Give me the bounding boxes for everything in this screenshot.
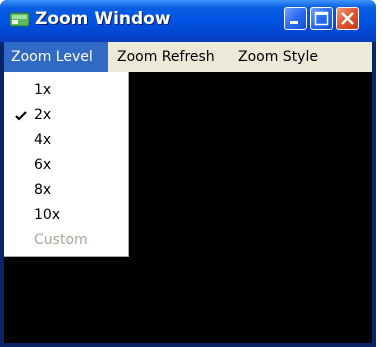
app-icon	[9, 12, 30, 27]
zoom-level-dropdown: 1x 2x 4x 6x 8x 10x Custom	[4, 72, 129, 257]
zoom-option-custom: Custom	[4, 228, 128, 253]
maximize-icon	[314, 11, 329, 26]
zoom-option-label: 10x	[34, 207, 61, 223]
zoom-option-label: 4x	[34, 132, 52, 148]
minimize-icon	[290, 21, 298, 24]
zoom-option-label: 2x	[34, 107, 52, 123]
zoom-option-4x[interactable]: 4x	[4, 128, 128, 153]
maximize-button[interactable]	[310, 7, 333, 30]
menu-zoom-style[interactable]: Zoom Style	[238, 42, 328, 72]
checkmark-icon	[15, 111, 27, 121]
zoom-option-10x[interactable]: 10x	[4, 203, 128, 228]
zoom-window: Zoom Window Zoom Level Zoom Refresh Zoom…	[0, 0, 376, 347]
close-icon	[341, 12, 354, 25]
zoom-option-label: 1x	[34, 82, 52, 98]
close-button[interactable]	[336, 7, 359, 30]
zoom-option-1x[interactable]: 1x	[4, 78, 128, 103]
zoom-option-label: 8x	[34, 182, 52, 198]
menu-zoom-refresh[interactable]: Zoom Refresh	[117, 42, 227, 72]
zoom-option-2x[interactable]: 2x	[4, 103, 128, 128]
zoom-option-label: Custom	[34, 232, 88, 248]
title-bar[interactable]: Zoom Window	[0, 0, 376, 42]
zoom-option-6x[interactable]: 6x	[4, 153, 128, 178]
minimize-button[interactable]	[284, 7, 307, 30]
zoom-option-label: 6x	[34, 157, 52, 173]
menu-zoom-level[interactable]: Zoom Level	[4, 42, 108, 72]
menu-bar: Zoom Level Zoom Refresh Zoom Style	[4, 42, 372, 72]
zoom-option-8x[interactable]: 8x	[4, 178, 128, 203]
window-title: Zoom Window	[35, 9, 171, 29]
